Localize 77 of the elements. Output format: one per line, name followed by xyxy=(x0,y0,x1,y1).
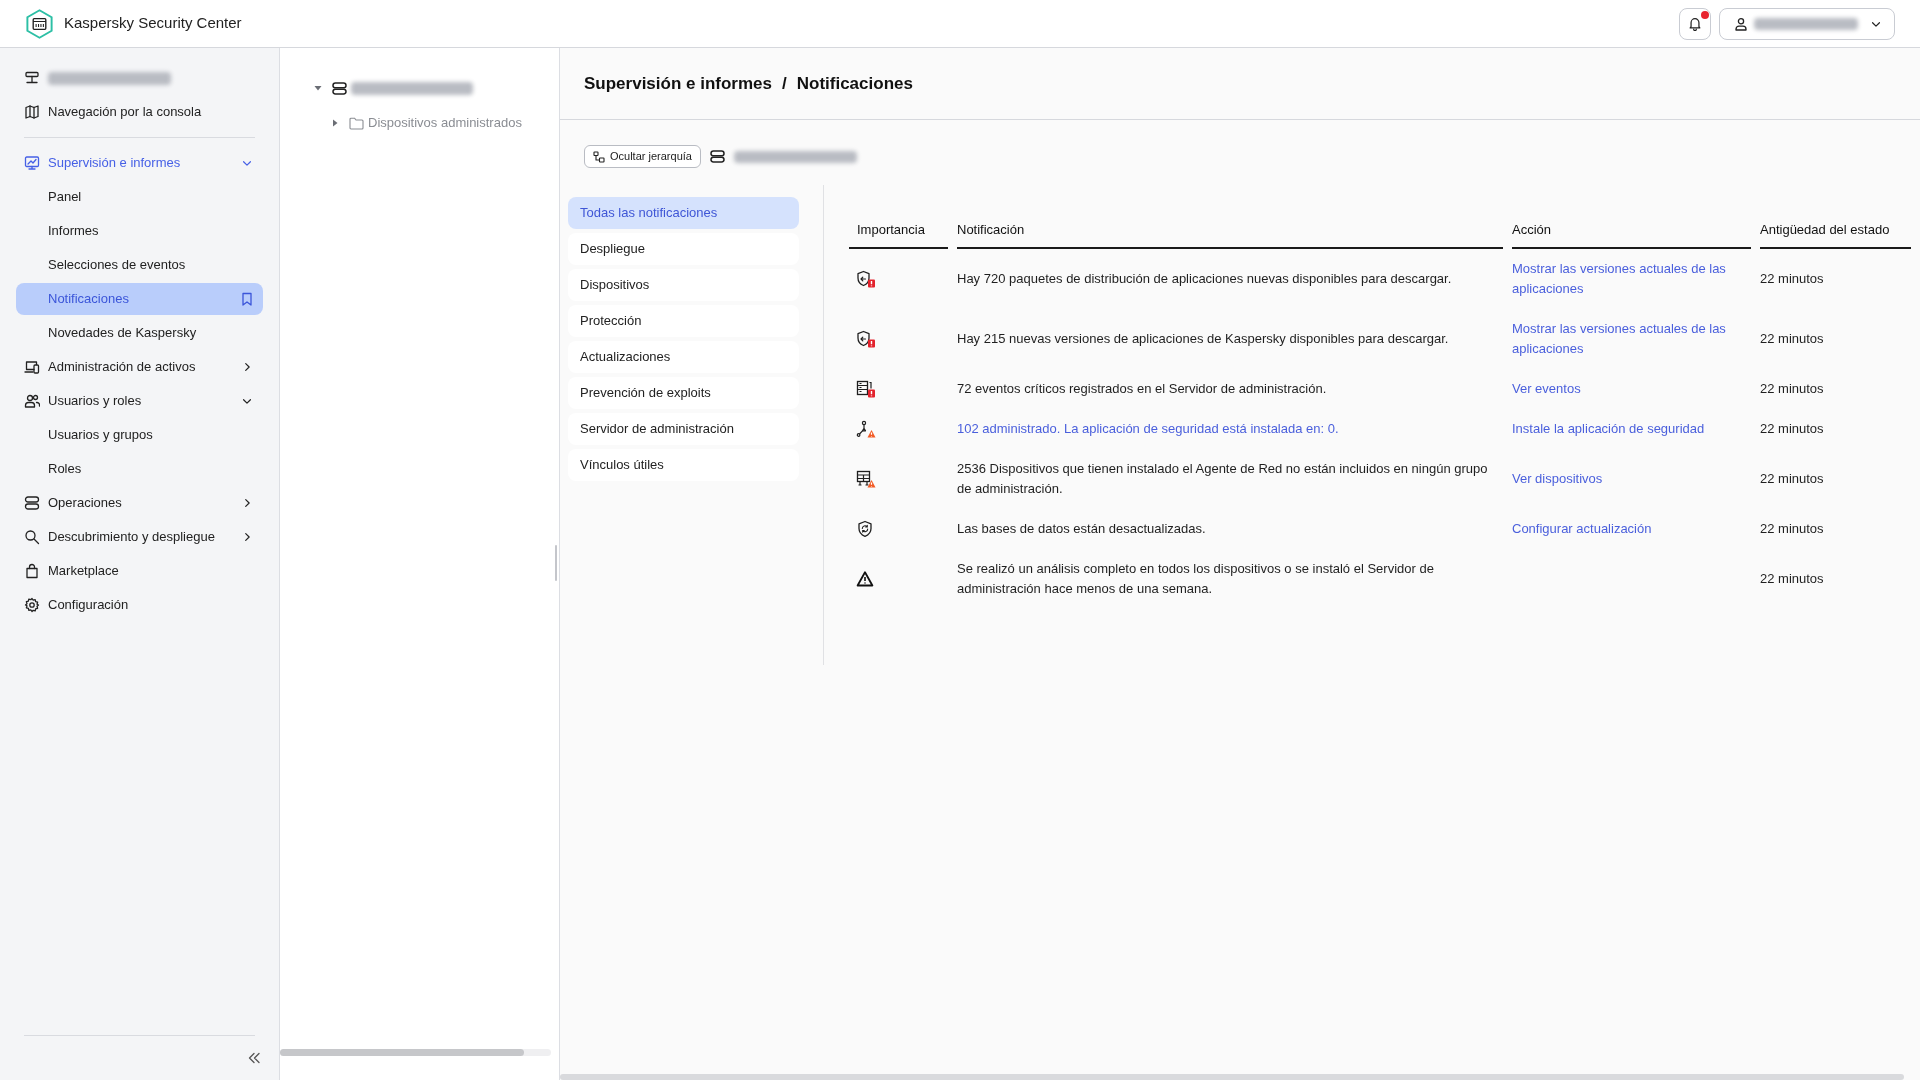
bookmark-icon xyxy=(241,292,253,306)
horizontal-scrollbar[interactable] xyxy=(560,1074,1904,1080)
notification-link[interactable]: 102 administrado. La aplicación de seguridad está instalada en: 0. xyxy=(957,419,1339,439)
server-icon xyxy=(709,150,725,163)
hexagon-logo-icon xyxy=(24,7,55,40)
age-text: 22 minutos xyxy=(1760,380,1824,398)
sidebar-item[interactable]: Informes xyxy=(16,215,263,247)
caret-right-icon[interactable] xyxy=(331,119,339,127)
action-link[interactable]: Mostrar las versiones actuales de las aplicaciones xyxy=(1512,319,1751,359)
hierarchy-icon xyxy=(593,150,605,163)
users-icon xyxy=(24,393,40,409)
user-menu-button[interactable] xyxy=(1719,7,1895,40)
page-title: Notificaciones xyxy=(796,72,913,95)
network-server-icon xyxy=(24,70,40,86)
sidebar-item[interactable]: Notificaciones xyxy=(16,283,263,315)
action-link[interactable]: Ver dispositivos xyxy=(1512,469,1603,489)
monitor-chart-icon xyxy=(24,155,40,171)
breadcrumb-link[interactable]: Supervisión e informes xyxy=(584,70,772,97)
category-tab[interactable]: Despliegue xyxy=(568,233,799,265)
sidebar-item[interactable]: Selecciones de eventos xyxy=(16,249,263,281)
sidebar-item[interactable]: Navegación por la consola xyxy=(16,96,263,128)
server-icon xyxy=(332,81,347,95)
breadcrumb-separator: / xyxy=(782,72,787,95)
category-tab[interactable]: Protección xyxy=(568,305,799,337)
age-text: 22 minutos xyxy=(1760,420,1824,438)
column-header[interactable]: Notificación xyxy=(957,215,1503,249)
hide-hierarchy-button[interactable]: Ocultar jerarquía xyxy=(584,145,701,168)
notification-text: 2536 Dispositivos que tienen instalado el Agente de Red no están incluidos en ningún grupo de administración. xyxy=(957,460,1489,498)
sidebar-item[interactable]: Marketplace xyxy=(16,555,263,587)
action-link[interactable]: Ver eventos xyxy=(1512,379,1581,399)
sidebar-item[interactable]: Operaciones xyxy=(16,487,263,519)
sidebar-item[interactable]: Configuración xyxy=(16,589,263,621)
column-header[interactable]: Importancia xyxy=(849,215,948,249)
sidebar-item[interactable]: Administración de activos xyxy=(16,351,263,383)
notification-text: Las bases de datos están desactualizadas. xyxy=(957,520,1206,538)
double-chevron-left-icon[interactable] xyxy=(247,1052,261,1064)
action-link[interactable]: Mostrar las versiones actuales de las aplicaciones xyxy=(1512,259,1751,299)
caret-down-icon[interactable] xyxy=(314,84,322,92)
notifications-button[interactable] xyxy=(1679,7,1711,40)
devices-icon xyxy=(24,359,40,375)
age-text: 22 minutos xyxy=(1760,570,1824,588)
category-tab[interactable]: Prevención de exploits xyxy=(568,377,799,409)
sidebar-item[interactable]: Supervisión e informes xyxy=(16,147,263,179)
action-link[interactable]: Instale la aplicación de seguridad xyxy=(1512,419,1705,439)
column-header[interactable]: Antigüedad del estado xyxy=(1760,215,1911,249)
category-tab[interactable]: Servidor de administración xyxy=(568,413,799,445)
sidebar-item[interactable]: Descubrimiento y despliegue xyxy=(16,521,263,553)
person-icon xyxy=(1734,16,1748,31)
column-header[interactable]: Acción xyxy=(1512,215,1751,249)
age-text: 22 minutos xyxy=(1760,330,1824,348)
settings-icon xyxy=(24,597,40,613)
app-title: Kaspersky Security Center xyxy=(64,13,242,34)
tree-item[interactable]: Dispositivos administrados xyxy=(331,109,526,137)
bell-icon xyxy=(1688,16,1702,31)
age-text: 22 minutos xyxy=(1760,520,1824,538)
sidebar-item[interactable]: Usuarios y grupos xyxy=(16,419,263,451)
age-text: 22 minutos xyxy=(1760,270,1824,288)
sidebar-item[interactable]: Novedades de Kaspersky xyxy=(16,317,263,349)
age-text: 22 minutos xyxy=(1760,470,1824,488)
sidebar-item[interactable]: Panel xyxy=(16,181,263,213)
notification-text: Hay 720 paquetes de distribución de aplicaciones nuevas disponibles para descargar. xyxy=(957,270,1452,288)
map-icon xyxy=(24,104,40,120)
stacked-rows-icon xyxy=(24,495,40,511)
search-icon xyxy=(24,529,40,545)
category-tab[interactable]: Todas las notificaciones xyxy=(568,197,799,229)
category-tab[interactable]: Vínculos útiles xyxy=(568,449,799,481)
notification-text: 72 eventos críticos registrados en el Servidor de administración. xyxy=(957,380,1327,398)
shopping-bag-icon xyxy=(24,563,40,579)
folder-icon xyxy=(349,116,364,130)
category-tab[interactable]: Actualizaciones xyxy=(568,341,799,373)
notification-text: Se realizó un análisis completo en todos los dispositivos o se instaló el Servidor de administración hace menos de una semana. xyxy=(957,560,1435,598)
sidebar-item[interactable]: Roles xyxy=(16,453,263,485)
sidebar-item[interactable]: Usuarios y roles xyxy=(16,385,263,417)
category-tab[interactable]: Dispositivos xyxy=(568,269,799,301)
action-link[interactable]: Configurar actualización xyxy=(1512,519,1652,539)
notification-text: Hay 215 nuevas versiones de aplicaciones de Kaspersky disponibles para descargar. xyxy=(957,330,1449,348)
resize-handle[interactable] xyxy=(555,545,557,581)
